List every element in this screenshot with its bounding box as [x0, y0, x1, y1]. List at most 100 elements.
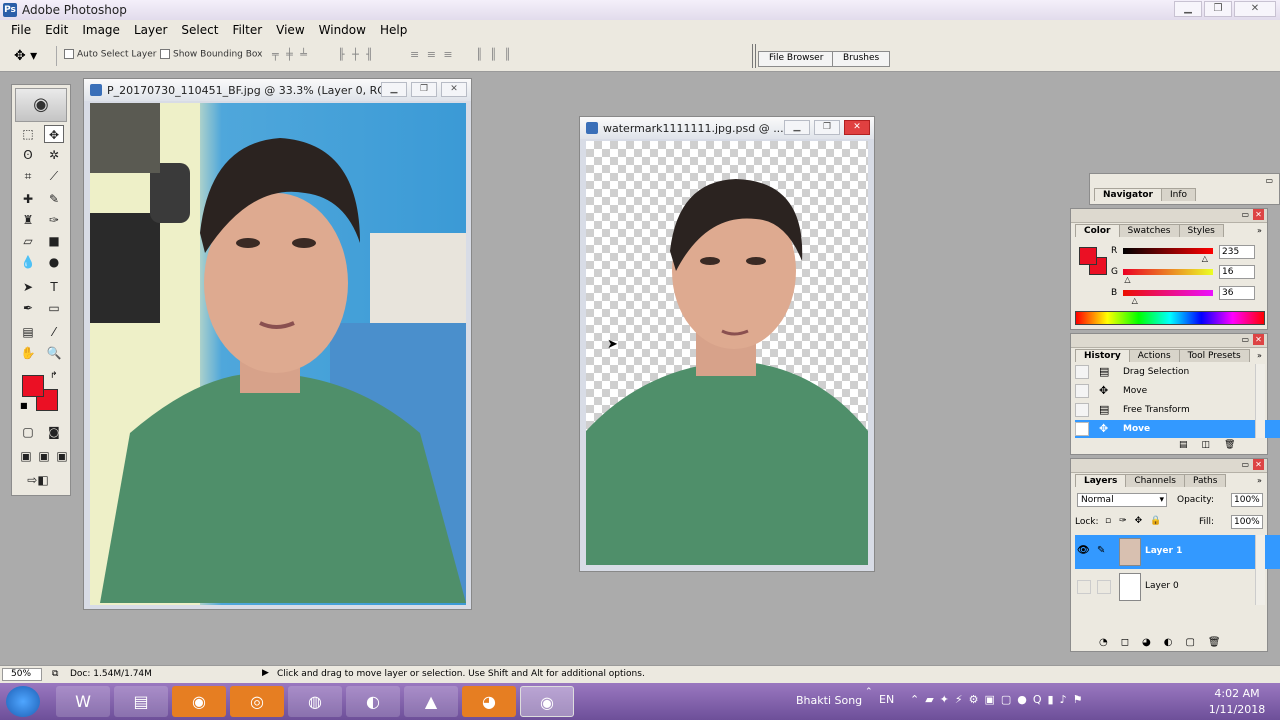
doc-minimize-button[interactable]: ▁ — [784, 120, 810, 135]
type-tool-icon[interactable]: T — [44, 278, 64, 296]
panel-collapse-icon[interactable]: ▭ — [1265, 176, 1273, 185]
document-title-bar[interactable]: P_20170730_110451_BF.jpg @ 33.3% (Layer … — [84, 79, 471, 101]
document-window-photo[interactable]: P_20170730_110451_BF.jpg @ 33.3% (Layer … — [83, 78, 472, 610]
clock-time[interactable]: 4:02 AM — [1212, 687, 1262, 700]
doc-maximize-button[interactable]: ❐ — [411, 82, 437, 97]
history-item[interactable]: ▤ Free Transform — [1075, 401, 1280, 419]
panel-close-icon[interactable]: ✕ — [1253, 459, 1264, 470]
distribute-buttons[interactable]: ≡ ≡ ≡ — [410, 48, 455, 61]
fill-field[interactable]: 100% — [1231, 515, 1263, 529]
restore-button[interactable]: ❐ — [1204, 1, 1232, 17]
camera-app-icon[interactable]: ◎ — [230, 686, 284, 717]
menu-view[interactable]: View — [269, 23, 311, 37]
tray-icons[interactable]: ⌃▰✦⚡⚙▣▢●Q▮♪⚑ — [910, 693, 1088, 706]
status-arrow-icon[interactable]: ▶ — [262, 668, 269, 678]
tab-navigator[interactable]: Navigator — [1094, 188, 1162, 201]
menu-image[interactable]: Image — [75, 23, 127, 37]
language-indicator[interactable]: EN — [879, 693, 894, 706]
menu-file[interactable]: File — [4, 23, 38, 37]
move-tool-icon[interactable]: ✥ — [44, 125, 64, 143]
history-item-selected[interactable]: ✥ Move — [1075, 420, 1280, 438]
tab-tool-presets[interactable]: Tool Presets — [1178, 349, 1250, 362]
foreground-color-swatch[interactable] — [22, 375, 44, 397]
minimize-button[interactable]: ▁ — [1174, 1, 1202, 17]
blur-tool-icon[interactable]: 💧 — [18, 253, 38, 271]
gradient-tool-icon[interactable]: ■ — [44, 232, 64, 250]
magic-wand-tool-icon[interactable]: ✲ — [44, 146, 64, 164]
move-tool-preset-icon[interactable]: ✥ ▾ — [14, 48, 37, 64]
file-browser-tab[interactable]: File Browser — [758, 51, 835, 67]
history-scrollbar[interactable] — [1255, 364, 1265, 438]
crop-tool-icon[interactable]: ⌗ — [18, 167, 38, 185]
history-brush-tool-icon[interactable]: ✑ — [44, 211, 64, 229]
link-toggle[interactable] — [1097, 580, 1111, 594]
slice-tool-icon[interactable]: ⟋ — [44, 167, 64, 185]
panel-close-icon[interactable]: ✕ — [1253, 334, 1264, 345]
eyedropper-tool-icon[interactable]: ⁄ — [44, 323, 64, 341]
file-explorer-app-icon[interactable]: ▤ — [114, 686, 168, 717]
marquee-tool-icon[interactable]: ⬚ — [18, 125, 38, 143]
document-title-bar[interactable]: watermark1111111.jpg.psd @ ... ▁ ❐ ✕ — [580, 117, 874, 139]
lasso-tool-icon[interactable]: ʘ — [18, 146, 38, 164]
panel-close-icon[interactable]: ✕ — [1253, 209, 1264, 220]
menu-help[interactable]: Help — [373, 23, 414, 37]
photoshop-taskbar-icon[interactable]: ◉ — [520, 686, 574, 717]
media-title[interactable]: Bhakti Song — [796, 694, 862, 707]
swap-colors-icon[interactable]: ↱ — [50, 371, 58, 381]
uc-browser-app-icon[interactable]: ◕ — [462, 686, 516, 717]
healing-brush-tool-icon[interactable]: ✚ — [18, 190, 38, 208]
menu-window[interactable]: Window — [312, 23, 373, 37]
history-footer-icons[interactable]: ▤◫🗑 — [1179, 440, 1249, 450]
eye-icon[interactable]: 👁 — [1077, 545, 1090, 556]
opacity-field[interactable]: 100% — [1231, 493, 1263, 507]
visibility-toggle[interactable] — [1077, 580, 1091, 594]
zoom-tool-icon[interactable]: 🔍 — [44, 344, 64, 362]
panel-menu-icon[interactable]: » — [1257, 476, 1262, 485]
tab-history[interactable]: History — [1075, 349, 1130, 362]
tab-styles[interactable]: Styles — [1178, 224, 1224, 237]
path-selection-tool-icon[interactable]: ➤ — [18, 278, 38, 296]
jump-to-imageready-icon[interactable]: ⇨◧ — [20, 471, 56, 489]
color-fg-swatch[interactable] — [1079, 247, 1097, 265]
tab-swatches[interactable]: Swatches — [1118, 224, 1180, 237]
distribute-horizontal-buttons[interactable]: ║ ║ ║ — [476, 48, 513, 61]
standard-mode-icon[interactable]: ▢ — [18, 423, 38, 441]
layers-scrollbar[interactable] — [1255, 535, 1265, 605]
align-left-buttons[interactable]: ╟ ┼ ╢ — [338, 48, 375, 61]
menu-select[interactable]: Select — [174, 23, 225, 37]
auto-select-checkbox[interactable]: Auto Select Layer — [64, 49, 156, 60]
history-item[interactable]: ✥ Move — [1075, 382, 1280, 400]
panel-minimize-icon[interactable]: ▭ — [1241, 460, 1249, 469]
g-value-field[interactable]: 16 — [1219, 265, 1255, 279]
firefox-app-icon[interactable]: ◍ — [288, 686, 342, 717]
lock-buttons[interactable]: ▫✑✥🔒 — [1105, 516, 1169, 526]
panel-minimize-icon[interactable]: ▭ — [1241, 335, 1249, 344]
word-app-icon[interactable]: W — [56, 686, 110, 717]
r-value-field[interactable]: 235 — [1219, 245, 1255, 259]
history-item[interactable]: ▤ Drag Selection — [1075, 363, 1280, 381]
hand-tool-icon[interactable]: ✋ — [18, 344, 38, 362]
eraser-tool-icon[interactable]: ▱ — [18, 232, 38, 250]
tab-actions[interactable]: Actions — [1128, 349, 1180, 362]
menu-layer[interactable]: Layer — [127, 23, 174, 37]
r-slider-thumb[interactable]: △ — [1202, 254, 1208, 263]
blend-mode-select[interactable]: Normal ▾ — [1077, 493, 1167, 507]
align-top-buttons[interactable]: ╤ ╪ ╧ — [272, 48, 309, 61]
doc-minimize-button[interactable]: ▁ — [381, 82, 407, 97]
tab-info[interactable]: Info — [1161, 188, 1197, 201]
photoshop-logo-icon[interactable]: ◉ — [15, 88, 67, 122]
vlc-app-icon[interactable]: ▲ — [404, 686, 458, 717]
zoom-field[interactable]: 50% — [2, 668, 42, 681]
notes-tool-icon[interactable]: ▤ — [18, 323, 38, 341]
tab-layers[interactable]: Layers — [1075, 474, 1127, 487]
menu-filter[interactable]: Filter — [225, 23, 269, 37]
doc-maximize-button[interactable]: ❐ — [814, 120, 840, 135]
panel-menu-icon[interactable]: » — [1257, 226, 1262, 235]
close-button[interactable]: ✕ — [1234, 1, 1276, 17]
start-button[interactable] — [6, 686, 40, 717]
doc-info[interactable]: Doc: 1.54M/1.74M — [70, 669, 152, 679]
layers-footer-icons[interactable]: ◔◻◕◐▢🗑 — [1099, 637, 1234, 648]
canvas-transparent[interactable] — [586, 141, 868, 565]
panel-minimize-icon[interactable]: ▭ — [1241, 210, 1249, 219]
chrome-app-icon[interactable]: ◐ — [346, 686, 400, 717]
